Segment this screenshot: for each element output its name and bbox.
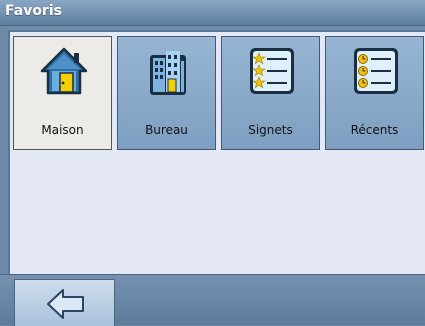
window-title: Favoris [5,3,62,19]
tile-label: Récents [350,123,399,137]
tile-maison[interactable]: Maison [13,36,112,150]
back-arrow-icon [47,289,84,319]
tile-label: Maison [41,123,84,137]
recent-list-icon [354,48,398,94]
tile-label: Bureau [145,123,188,137]
title-bar: Favoris [0,0,425,26]
tile-recents[interactable]: Récents [325,36,424,150]
bookmarks-list-icon [250,48,294,94]
house-icon [40,47,88,95]
tile-label: Signets [248,123,293,137]
bottom-toolbar [0,274,425,326]
tile-signets[interactable]: Signets [221,36,320,150]
office-building-icon [150,51,186,95]
favorites-panel: Maison Bureau Signets Récents [8,30,425,274]
tile-bureau[interactable]: Bureau [117,36,216,150]
back-button[interactable] [14,279,115,326]
